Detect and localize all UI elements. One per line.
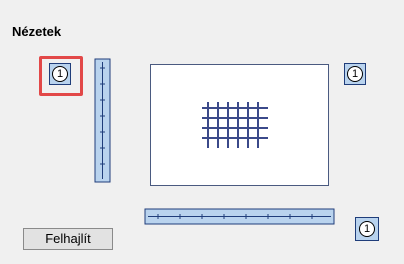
panel-title: Nézetek: [12, 24, 62, 39]
bottom-side-bar[interactable]: [144, 208, 336, 228]
circle-number-icon: 1: [359, 221, 375, 237]
view-button-bottom-right[interactable]: 1: [355, 217, 379, 241]
circle-number-icon: 1: [347, 66, 363, 82]
circle-number-icon: 1: [52, 66, 68, 82]
view-button-top-left[interactable]: 1: [49, 63, 71, 85]
left-side-bar[interactable]: [94, 58, 114, 184]
felhajlit-button[interactable]: Felhajlít: [23, 228, 113, 250]
view-button-right[interactable]: 1: [344, 63, 366, 85]
mesh-grid-icon: [202, 102, 268, 148]
